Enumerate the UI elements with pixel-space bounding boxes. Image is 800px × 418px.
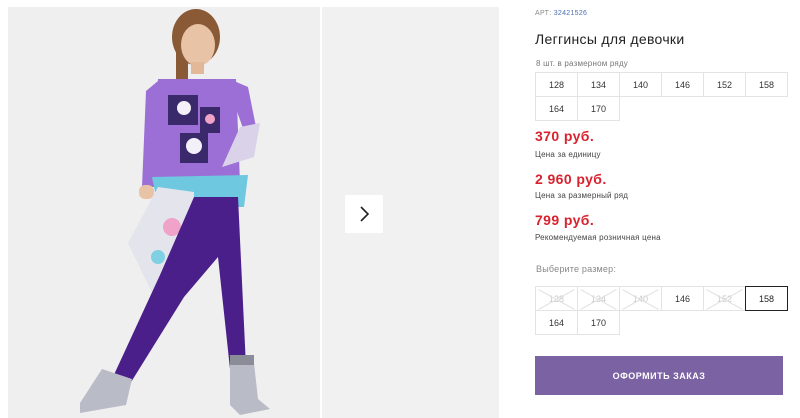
size-option-164[interactable]: 164 [535,310,578,335]
size-picker: 128 134 140 146 152 158 164 170 [535,286,788,335]
chevron-right-icon [358,205,370,223]
size-row-cell: 158 [745,72,788,97]
size-row-cell: 170 [577,96,620,121]
row-price-note: Цена за размерный ряд [535,191,629,200]
row-price: 2 960 руб. [535,171,607,187]
order-button[interactable]: ОФОРМИТЬ ЗАКАЗ [535,356,783,395]
product-title: Леггинсы для девочки [535,31,685,47]
article-number: АРТ: 32421526 [535,10,587,17]
article-label: АРТ: [535,10,552,17]
size-option-152: 152 [703,286,746,311]
next-photo-button[interactable] [345,195,383,233]
product-photo [8,7,320,418]
size-row-cell: 128 [535,72,578,97]
size-option-128: 128 [535,286,578,311]
size-row-cell: 146 [661,72,704,97]
product-gallery [8,7,499,418]
size-row-cell: 134 [577,72,620,97]
size-option-146[interactable]: 146 [661,286,704,311]
size-row-cell: 164 [535,96,578,121]
size-option-140: 140 [619,286,662,311]
size-row-grid: 128 134 140 146 152 158 164 170 [535,72,788,121]
unit-price-note: Цена за единицу [535,150,601,159]
retail-price-note: Рекомендуемая розничная цена [535,233,661,242]
size-row-note: 8 шт. в размерном ряду [536,59,629,68]
size-option-170[interactable]: 170 [577,310,620,335]
size-option-134: 134 [577,286,620,311]
choose-size-label: Выберите размер: [536,264,617,274]
size-row-cell: 152 [703,72,746,97]
article-value: 32421526 [553,10,588,17]
retail-price: 799 руб. [535,212,595,228]
unit-price: 370 руб. [535,128,595,144]
product-photo-image [8,7,320,418]
size-option-158[interactable]: 158 [745,286,788,311]
size-row-cell: 140 [619,72,662,97]
